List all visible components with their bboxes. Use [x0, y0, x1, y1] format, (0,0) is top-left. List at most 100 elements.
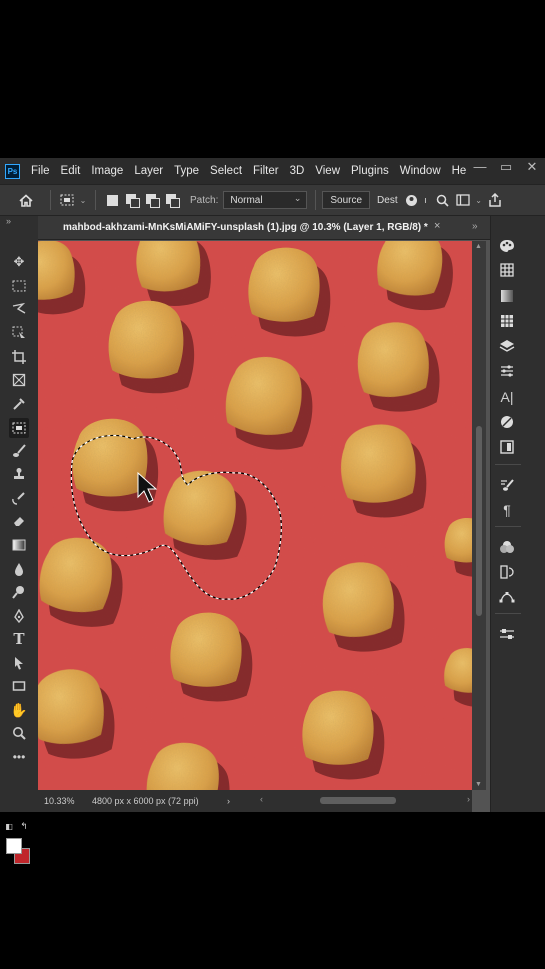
menu-edit[interactable]: Edit — [61, 165, 81, 177]
layers-icon[interactable] — [497, 336, 517, 356]
document-tab[interactable]: mahbod-akhzami-MnKsMiAMiFY-unsplash (1).… — [38, 216, 490, 240]
chevron-down-icon[interactable]: ⌄ — [473, 190, 485, 210]
paragraph-icon[interactable]: ¶ — [497, 500, 517, 520]
channels-icon[interactable] — [497, 537, 517, 557]
path-select-icon[interactable] — [9, 653, 29, 673]
more-icon[interactable]: ••• — [9, 747, 29, 767]
document-size: 4800 px x 6000 px (72 ppi) — [92, 796, 199, 806]
new-selection-icon[interactable] — [102, 190, 122, 210]
gradient-icon[interactable] — [9, 535, 29, 555]
chevron-down-icon[interactable]: ⌄ — [77, 190, 89, 210]
menu-file[interactable]: File — [31, 165, 50, 177]
default-colors-icon[interactable]: ◧ — [3, 820, 15, 832]
rectangle-icon[interactable] — [9, 676, 29, 696]
share-icon[interactable] — [485, 190, 505, 210]
panel-divider — [495, 526, 521, 527]
vertical-scroll-thumb[interactable] — [476, 426, 482, 616]
lasso-icon[interactable] — [9, 299, 29, 319]
potato-chip — [302, 690, 374, 765]
menu-plugins[interactable]: Plugins — [351, 165, 389, 177]
panel-divider — [495, 464, 521, 465]
close-button[interactable]: ✕ — [519, 158, 545, 178]
brush-icon[interactable] — [9, 441, 29, 461]
status-bar: 10.33% 4800 px x 6000 px (72 ppi) › ‹ › — [38, 790, 472, 812]
marquee-icon[interactable] — [9, 276, 29, 296]
menu-select[interactable]: Select — [210, 165, 242, 177]
foreground-color-swatch[interactable] — [6, 838, 22, 854]
source-button[interactable]: Source — [322, 191, 371, 209]
menu-image[interactable]: Image — [91, 165, 123, 177]
potato-chip — [248, 247, 320, 322]
workspace-icon[interactable] — [453, 190, 473, 210]
expand-panels-icon[interactable]: » — [472, 221, 478, 232]
document-canvas[interactable] — [38, 241, 472, 790]
transparent-icon[interactable] — [405, 190, 419, 210]
menu-layer[interactable]: Layer — [134, 165, 163, 177]
patch-mode-select[interactable]: Normal ⌄ — [223, 191, 308, 209]
scroll-left-icon[interactable]: ‹ — [260, 794, 263, 804]
patch-tool-preset-icon[interactable] — [57, 190, 77, 210]
horizontal-scrollbar[interactable]: ‹ › — [260, 794, 470, 805]
paths-icon[interactable] — [497, 587, 517, 607]
stamp-icon[interactable] — [9, 464, 29, 484]
color-icon[interactable] — [497, 236, 517, 256]
patch-mode-value: Normal — [230, 194, 263, 206]
diffusion-icon[interactable]: ı — [419, 190, 433, 210]
horizontal-scroll-thumb[interactable] — [320, 797, 396, 804]
character-icon[interactable]: A| — [497, 387, 517, 407]
type-icon[interactable]: T — [9, 629, 29, 649]
adjustments-icon[interactable] — [497, 361, 517, 381]
search-icon[interactable] — [433, 190, 453, 210]
patch-icon[interactable] — [9, 418, 29, 438]
swap-colors-icon[interactable]: ↰ — [18, 820, 30, 832]
tools-panel: ✥ T ✋ ••• ◧ ↰ — [0, 216, 38, 864]
menu-view[interactable]: View — [315, 165, 340, 177]
move-icon[interactable]: ✥ — [9, 252, 29, 272]
history-icon[interactable] — [497, 562, 517, 582]
object-select-icon[interactable] — [9, 323, 29, 343]
styles-icon[interactable] — [497, 412, 517, 432]
scroll-down-icon[interactable]: ▼ — [475, 781, 482, 788]
subtract-selection-icon[interactable] — [142, 190, 162, 210]
eraser-icon[interactable] — [9, 511, 29, 531]
swatches-icon[interactable] — [497, 260, 517, 280]
status-menu-arrow[interactable]: › — [227, 796, 230, 806]
vertical-scrollbar[interactable]: ▲ ▼ — [472, 241, 486, 790]
properties-icon[interactable] — [497, 624, 517, 644]
add-selection-icon[interactable] — [122, 190, 142, 210]
potato-chip — [108, 300, 184, 379]
frame-icon[interactable] — [9, 370, 29, 390]
menu-window[interactable]: Window — [400, 165, 441, 177]
menu-3d[interactable]: 3D — [290, 165, 305, 177]
zoom-icon[interactable] — [9, 723, 29, 743]
intersect-selection-icon[interactable] — [162, 190, 182, 210]
destination-button[interactable]: Dest — [370, 191, 405, 209]
history-brush-icon[interactable] — [9, 488, 29, 508]
menu-type[interactable]: Type — [174, 165, 199, 177]
options-bar: ⌄ Patch: Normal ⌄ Source Dest ı ⌄ — [0, 184, 545, 216]
dodge-icon[interactable] — [9, 582, 29, 602]
menu-help[interactable]: He — [452, 165, 467, 177]
scroll-right-icon[interactable]: › — [467, 794, 470, 804]
scroll-up-icon[interactable]: ▲ — [475, 243, 482, 250]
hand-icon[interactable]: ✋ — [9, 700, 29, 720]
menu-filter[interactable]: Filter — [253, 165, 279, 177]
ps-logo: Ps — [5, 163, 20, 179]
libraries-icon[interactable] — [497, 437, 517, 457]
patterns-icon[interactable] — [497, 311, 517, 331]
home-icon[interactable] — [16, 190, 36, 210]
eyedropper-icon[interactable] — [9, 394, 29, 414]
panel-divider — [495, 613, 521, 614]
collapse-left-icon[interactable]: » — [6, 216, 11, 226]
brush-settings-icon[interactable] — [497, 475, 517, 495]
minimize-button[interactable]: — — [467, 158, 493, 178]
photoshop-window: Ps File Edit Image Layer Type Select Fil… — [0, 158, 545, 864]
zoom-level[interactable]: 10.33% — [44, 796, 92, 806]
close-tab-icon[interactable]: × — [434, 220, 440, 232]
window-controls: — ▭ ✕ — [467, 158, 545, 178]
gradients-icon[interactable] — [497, 286, 517, 306]
crop-icon[interactable] — [9, 347, 29, 367]
maximize-button[interactable]: ▭ — [493, 158, 519, 178]
blur-icon[interactable] — [9, 559, 29, 579]
pen-icon[interactable] — [9, 606, 29, 626]
